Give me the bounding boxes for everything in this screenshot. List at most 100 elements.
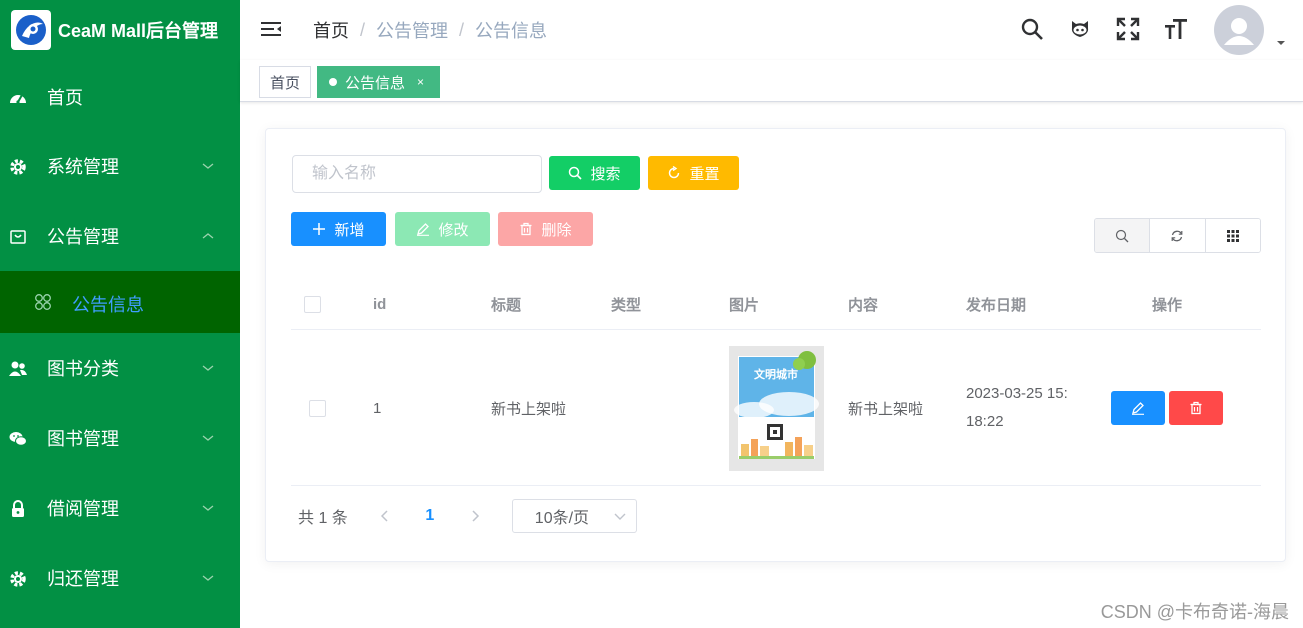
cell-content: 新书上架啦 (848, 400, 924, 418)
page-number[interactable]: 1 (400, 507, 460, 525)
add-button-label: 新增 (334, 221, 365, 239)
sidebar-item-home[interactable]: 首页 (0, 62, 240, 132)
sidebar-item-book-manage[interactable]: 图书管理 (0, 403, 240, 473)
logo-icon (11, 10, 51, 50)
chevron-right-icon (472, 510, 479, 522)
edit-button[interactable]: 修改 (395, 212, 490, 246)
edit-icon (417, 223, 430, 236)
grid-flower-icon (35, 294, 51, 310)
breadcrumb-notice-manage[interactable]: 公告管理 (376, 17, 448, 43)
sidebar-item-label: 归还管理 (47, 569, 119, 589)
header-actions: 操作 (1152, 296, 1183, 314)
tag-home[interactable]: 首页 (259, 66, 311, 98)
font-size-icon[interactable] (1164, 17, 1188, 41)
chevron-left-icon (380, 510, 388, 522)
sidebar-item-label: 公告管理 (47, 227, 119, 247)
toggle-search-button[interactable] (1095, 219, 1151, 252)
name-search-input[interactable] (292, 155, 542, 193)
delete-button-label: 删除 (541, 221, 572, 239)
chevron-down-icon (202, 435, 214, 441)
pagination-total: 共 1 条 (298, 510, 348, 527)
sidebar-item-label: 首页 (47, 88, 83, 108)
select-all-checkbox[interactable] (304, 295, 321, 313)
columns-button[interactable] (1205, 219, 1260, 252)
gear-icon (10, 571, 26, 587)
pagination: 共 1 条 1 10条/页 (298, 499, 637, 533)
delete-button[interactable]: 删除 (498, 212, 593, 246)
chevron-down-icon (202, 365, 214, 371)
tag-notice-info[interactable]: 公告信息 × (317, 66, 440, 98)
add-button[interactable]: 新增 (291, 212, 386, 246)
fullscreen-icon[interactable] (1116, 17, 1140, 41)
table-row: 1 新书上架啦 文明城市 新书上架啦 2023-03-25 15:18:22 (291, 331, 1261, 486)
table-header-row: id 标题 类型 图片 内容 发布日期 操作 (291, 279, 1261, 330)
github-icon[interactable] (1068, 17, 1092, 41)
breadcrumb-current: 公告信息 (475, 21, 548, 41)
breadcrumb-separator: / (360, 19, 366, 40)
row-edit-button[interactable] (1111, 391, 1165, 425)
top-header: 首页 / 公告管理 / 公告信息 (240, 0, 1303, 60)
cell-id: 1 (373, 399, 382, 417)
edit-button-label: 修改 (438, 221, 469, 239)
avatar[interactable] (1214, 5, 1264, 55)
select-all-cell (304, 279, 321, 329)
sidebar-item-label: 图书管理 (47, 429, 119, 449)
breadcrumb: 首页 / 公告管理 / 公告信息 (313, 17, 547, 43)
search-icon (1116, 229, 1129, 242)
hamburger-icon[interactable] (260, 18, 282, 40)
cell-title: 新书上架啦 (491, 400, 567, 418)
row-delete-button[interactable] (1169, 391, 1223, 425)
sidebar-item-label: 系统管理 (47, 157, 119, 177)
refresh-table-button[interactable] (1150, 219, 1206, 252)
cell-image: 文明城市 (729, 331, 824, 485)
chevron-up-icon (202, 233, 214, 239)
publish-date: 2023-03-25 15:18:22 (966, 385, 1068, 430)
tag-label: 首页 (269, 74, 300, 92)
search-icon (569, 166, 583, 180)
chevron-down-icon (614, 513, 626, 520)
close-icon[interactable]: × (417, 75, 424, 89)
notice-box-icon (10, 230, 26, 244)
sidebar-item-label: 图书分类 (47, 359, 119, 379)
sidebar-item-notice[interactable]: 公告管理 (0, 201, 240, 271)
search-button[interactable]: 搜索 (549, 156, 640, 190)
prev-page-button[interactable] (370, 509, 400, 523)
row-select-cell (309, 331, 326, 485)
logo[interactable]: CeaM Mall后台管理 (0, 0, 240, 60)
breadcrumb-home[interactable]: 首页 (313, 17, 349, 43)
notice-poster-image[interactable]: 文明城市 (729, 345, 824, 471)
content-card: 搜索 重置 新增 修改 删除 id 标题 类型 图片 内容 (265, 128, 1286, 562)
page-size-value: 10条/页 (534, 510, 590, 527)
page-size-select[interactable]: 10条/页 (511, 499, 637, 533)
gear-icon (10, 159, 26, 175)
table-tools (1094, 218, 1261, 253)
caret-down-icon[interactable] (1276, 40, 1286, 46)
poster-caption: 文明城市 (754, 367, 798, 381)
sidebar-item-return[interactable]: 归还管理 (0, 543, 240, 613)
tags-view-bar: 首页 公告信息 × (240, 60, 1303, 102)
sidebar-subitem-notice-info[interactable]: 公告信息 (0, 271, 240, 333)
header-type: 类型 (611, 296, 642, 314)
reset-button-label: 重置 (689, 165, 720, 183)
header-id: id (373, 295, 387, 313)
header-title: 标题 (491, 296, 522, 314)
edit-icon (1132, 402, 1144, 415)
sidebar-item-system[interactable]: 系统管理 (0, 131, 240, 201)
trash-icon (1190, 401, 1202, 415)
sidebar-item-book-category[interactable]: 图书分类 (0, 333, 240, 403)
header-date: 发布日期 (966, 296, 1027, 314)
row-checkbox[interactable] (309, 399, 326, 417)
sidebar-subitem-label: 公告信息 (72, 295, 144, 315)
search-icon[interactable] (1020, 17, 1044, 41)
sidebar-item-borrow[interactable]: 借阅管理 (0, 473, 240, 543)
refresh-icon (669, 166, 680, 179)
plus-icon (313, 223, 326, 235)
breadcrumb-separator: / (459, 19, 465, 40)
refresh-icon (1172, 230, 1183, 241)
next-page-button[interactable] (460, 509, 490, 523)
chevron-down-icon (202, 575, 214, 581)
sidebar-item-label: 借阅管理 (47, 499, 119, 519)
header-image: 图片 (729, 296, 760, 314)
reset-button[interactable]: 重置 (648, 156, 739, 190)
tag-label: 公告信息 (345, 74, 406, 92)
